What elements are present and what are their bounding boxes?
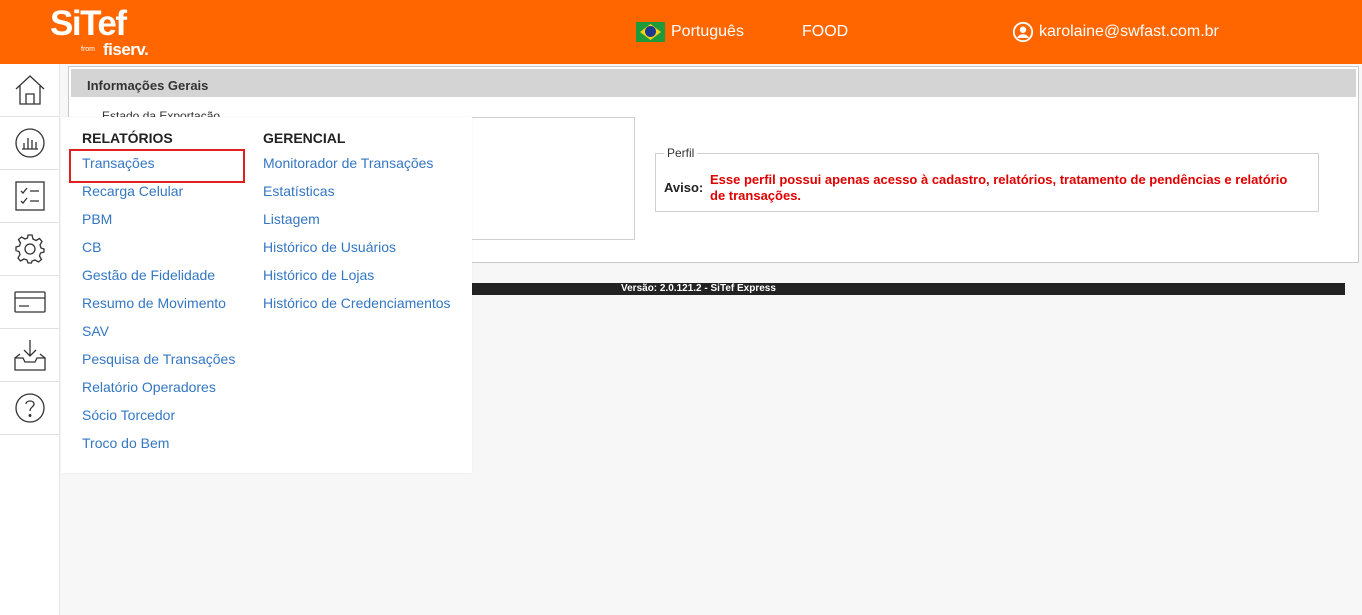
language-selector[interactable]: Português xyxy=(636,22,744,42)
menu-column-gerencial: GERENCIAL Monitorador de Transações Esta… xyxy=(263,130,451,317)
user-menu[interactable]: karolaine@swfast.com.br xyxy=(1012,21,1219,43)
menu-item-gestao-fidelidade[interactable]: Gestão de Fidelidade xyxy=(82,261,235,289)
menu-column-relatorios: RELATÓRIOS Transações Recarga Celular PB… xyxy=(82,130,235,457)
menu-item-monitorador-transacoes[interactable]: Monitorador de Transações xyxy=(263,149,451,177)
user-circle-icon xyxy=(1012,21,1034,43)
menu-title-relatorios: RELATÓRIOS xyxy=(82,130,173,146)
sidebar-item-checklist[interactable] xyxy=(0,170,59,223)
logo-brand-text: fiserv. xyxy=(103,40,149,59)
sidebar-item-card[interactable] xyxy=(0,276,59,329)
warning-label: Aviso: xyxy=(664,180,704,195)
version-text: Versão: 2.0.121.2 - SiTef Express xyxy=(621,283,776,294)
sidebar-item-inbox[interactable] xyxy=(0,329,59,382)
brazil-flag-icon xyxy=(636,22,665,42)
menu-item-pbm[interactable]: PBM xyxy=(82,205,235,233)
menu-item-troco-do-bem[interactable]: Troco do Bem xyxy=(82,429,235,457)
menu-item-cb[interactable]: CB xyxy=(82,233,235,261)
reports-chart-icon xyxy=(14,128,45,158)
warning-text: Esse perfil possui apenas acesso à cadas… xyxy=(710,172,1288,203)
help-icon xyxy=(14,393,45,423)
version-bar: Versão: 2.0.121.2 - SiTef Express xyxy=(472,283,1345,295)
home-icon xyxy=(15,75,44,105)
menu-item-recarga-celular[interactable]: Recarga Celular xyxy=(82,177,235,205)
sidebar-item-settings[interactable] xyxy=(0,223,59,276)
card-icon xyxy=(13,291,46,313)
sidebar-item-reports[interactable] xyxy=(0,117,59,170)
menu-item-historico-lojas[interactable]: Histórico de Lojas xyxy=(263,261,451,289)
sidebar xyxy=(0,64,60,615)
language-label: Português xyxy=(671,23,744,40)
menu-item-socio-torcedor[interactable]: Sócio Torcedor xyxy=(82,401,235,429)
business-label[interactable]: FOOD xyxy=(802,23,848,41)
checklist-icon xyxy=(14,181,45,211)
top-header: SiTef from fiserv. Português FOOD karola… xyxy=(0,0,1362,64)
panel-title: Informações Gerais xyxy=(71,69,1356,97)
logo-from-text: from xyxy=(81,46,95,53)
menu-item-relatorio-operadores[interactable]: Relatório Operadores xyxy=(82,373,235,401)
menu-item-resumo-movimento[interactable]: Resumo de Movimento xyxy=(82,289,235,317)
profile-legend: Perfil xyxy=(664,146,698,160)
inbox-download-icon xyxy=(13,340,46,371)
menu-item-transacoes[interactable]: Transações xyxy=(82,149,235,177)
user-email: karolaine@swfast.com.br xyxy=(1039,23,1219,40)
gear-icon xyxy=(14,234,45,264)
menu-item-listagem[interactable]: Listagem xyxy=(263,205,451,233)
logo-main-text: SiTef xyxy=(50,4,127,43)
menu-item-historico-usuarios[interactable]: Histórico de Usuários xyxy=(263,233,451,261)
menu-item-estatisticas[interactable]: Estatísticas xyxy=(263,177,451,205)
reports-dropdown-menu: RELATÓRIOS Transações Recarga Celular PB… xyxy=(61,117,472,473)
menu-item-pesquisa-transacoes[interactable]: Pesquisa de Transações xyxy=(82,345,235,373)
menu-item-historico-credenciamentos[interactable]: Histórico de Credenciamentos xyxy=(263,289,451,317)
sidebar-item-help[interactable] xyxy=(0,382,59,435)
menu-title-gerencial: GERENCIAL xyxy=(263,130,346,146)
sitef-logo[interactable]: SiTef from fiserv. xyxy=(50,4,150,62)
sidebar-item-home[interactable] xyxy=(0,64,59,117)
menu-item-sav[interactable]: SAV xyxy=(82,317,235,345)
